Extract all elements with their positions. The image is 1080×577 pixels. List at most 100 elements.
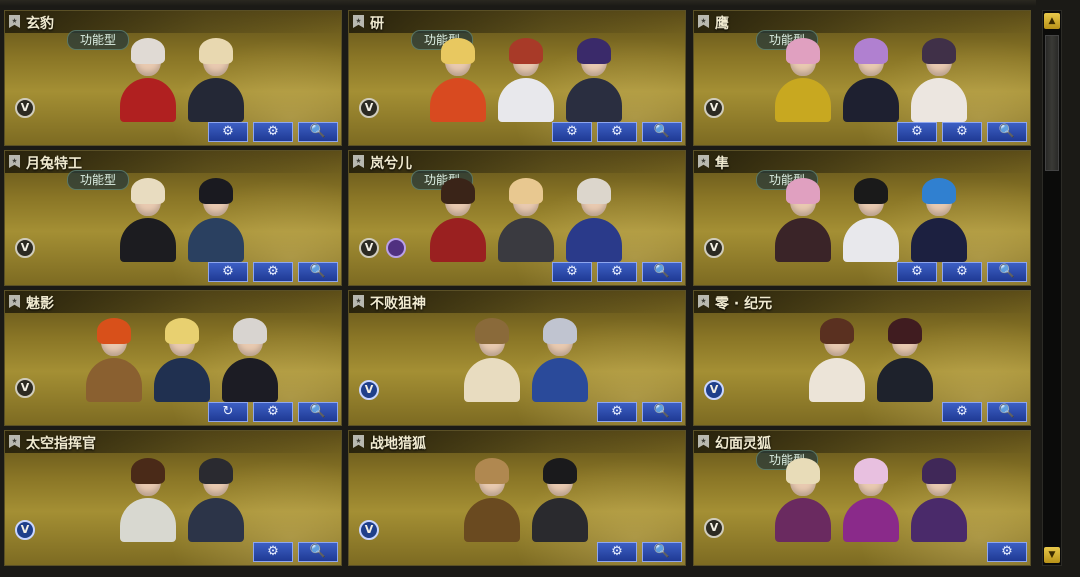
character-hair — [854, 38, 888, 64]
customize-button[interactable]: ⚙ — [987, 542, 1027, 562]
character-group — [426, 38, 626, 122]
scroll-up-arrow-icon[interactable]: ▲ — [1044, 13, 1060, 29]
inspect-button[interactable]: 🔍 — [298, 122, 338, 142]
character-outfit — [877, 358, 933, 402]
settings-button[interactable]: ⚙ — [597, 262, 637, 282]
character-portrait — [528, 318, 592, 402]
card-title-bar — [694, 151, 1030, 173]
character-outfit — [775, 498, 831, 542]
rotate-button[interactable]: ↻ — [208, 402, 248, 422]
skin-card[interactable]: 玄豹 功能型 V ⚙ ⚙ 🔍 — [4, 10, 342, 146]
v-rank-icon: V — [15, 98, 35, 118]
customize-button[interactable]: ⚙ — [552, 122, 592, 142]
inspect-button[interactable]: 🔍 — [298, 262, 338, 282]
character-outfit — [498, 218, 554, 262]
skin-card[interactable]: 战地猎狐 V ⚙ 🔍 — [348, 430, 686, 566]
scroll-down-arrow-icon[interactable]: ▼ — [1044, 547, 1060, 563]
skin-card[interactable]: 太空指挥官 V ⚙ 🔍 — [4, 430, 342, 566]
character-hair — [577, 38, 611, 64]
v-rank-icon: V — [359, 98, 379, 118]
settings-button[interactable]: ⚙ — [942, 262, 982, 282]
inspect-button[interactable]: 🔍 — [298, 402, 338, 422]
character-group — [460, 458, 592, 542]
character-hair — [820, 318, 854, 344]
settings-button[interactable]: ⚙ — [253, 402, 293, 422]
gear-icon: ⚙ — [956, 124, 968, 139]
shield-rank-icon — [386, 238, 406, 258]
inspect-button[interactable]: 🔍 — [987, 262, 1027, 282]
settings-button[interactable]: ⚙ — [597, 402, 637, 422]
character-hair — [199, 458, 233, 484]
gear-icon: ⚙ — [956, 404, 968, 419]
skin-card[interactable]: 隼功能型 V ⚙ ⚙ 🔍 — [693, 150, 1031, 286]
character-outfit — [843, 218, 899, 262]
character-outfit — [188, 78, 244, 122]
card-name: 玄豹 — [26, 16, 54, 32]
scrollbar[interactable]: ▲ ▼ — [1042, 10, 1062, 566]
gear-icon: ⚙ — [611, 404, 623, 419]
search-icon: 🔍 — [653, 404, 671, 419]
card-title-bar — [349, 11, 685, 33]
inspect-button[interactable]: 🔍 — [642, 122, 682, 142]
character-outfit — [843, 78, 899, 122]
character-hair — [131, 38, 165, 64]
settings-button[interactable]: ⚙ — [253, 122, 293, 142]
card-name: 不败狙神 — [370, 296, 426, 312]
settings-button[interactable]: ⚙ — [253, 262, 293, 282]
skin-card[interactable]: 魅影 V ↻ ⚙ 🔍 — [4, 290, 342, 426]
inspect-button[interactable]: 🔍 — [987, 122, 1027, 142]
character-portrait — [82, 318, 146, 402]
character-group — [116, 38, 248, 122]
customize-button[interactable]: ⚙ — [897, 122, 937, 142]
search-icon: 🔍 — [998, 404, 1016, 419]
character-outfit — [188, 498, 244, 542]
v-rank-icon: V — [704, 98, 724, 118]
settings-button[interactable]: ⚙ — [942, 122, 982, 142]
character-group — [116, 458, 248, 542]
settings-button[interactable]: ⚙ — [942, 402, 982, 422]
skin-card[interactable]: 岚兮儿 功能型 V ⚙ ⚙ 🔍 — [348, 150, 686, 286]
character-outfit — [809, 358, 865, 402]
character-outfit — [775, 78, 831, 122]
skin-card[interactable]: 研功能型 V ⚙ ⚙ 🔍 — [348, 10, 686, 146]
character-hair — [131, 178, 165, 204]
gear-wrench-icon: ⚙ — [911, 264, 923, 279]
customize-button[interactable]: ⚙ — [208, 262, 248, 282]
customize-button[interactable]: ⚙ — [552, 262, 592, 282]
settings-button[interactable]: ⚙ — [597, 122, 637, 142]
character-portrait — [839, 38, 903, 122]
gear-wrench-icon: ⚙ — [911, 124, 923, 139]
v-rank-icon: V — [359, 520, 379, 540]
skin-card[interactable]: 月兔特工 功能型 V ⚙ ⚙ 🔍 — [4, 150, 342, 286]
skin-card[interactable]: 幻面灵狐 功能型 V ⚙ — [693, 430, 1031, 566]
inspect-button[interactable]: 🔍 — [642, 402, 682, 422]
settings-button[interactable]: ⚙ — [253, 542, 293, 562]
inspect-button[interactable]: 🔍 — [642, 262, 682, 282]
gear-icon: ⚙ — [611, 264, 623, 279]
character-hair — [922, 38, 956, 64]
character-portrait — [562, 178, 626, 262]
customize-button[interactable]: ⚙ — [208, 122, 248, 142]
card-name: 隼 — [715, 156, 729, 172]
character-hair — [854, 178, 888, 204]
inspect-button[interactable]: 🔍 — [642, 542, 682, 562]
scrollbar-thumb[interactable] — [1045, 35, 1059, 171]
skin-card[interactable]: 鹰功能型 V ⚙ ⚙ 🔍 — [693, 10, 1031, 146]
character-hair — [165, 318, 199, 344]
skin-card[interactable]: 零 · 纪元 V ⚙ 🔍 — [693, 290, 1031, 426]
v-rank-icon: V — [15, 378, 35, 398]
card-name: 战地猎狐 — [370, 436, 426, 452]
customize-button[interactable]: ⚙ — [897, 262, 937, 282]
character-portrait — [150, 318, 214, 402]
rotate-icon: ↻ — [222, 404, 234, 419]
character-group — [82, 318, 282, 402]
inspect-button[interactable]: 🔍 — [987, 402, 1027, 422]
character-hair — [475, 458, 509, 484]
search-icon: 🔍 — [309, 124, 327, 139]
inspect-button[interactable]: 🔍 — [298, 542, 338, 562]
v-rank-icon: V — [704, 380, 724, 400]
skin-card[interactable]: 不败狙神 V ⚙ 🔍 — [348, 290, 686, 426]
character-group — [426, 178, 626, 262]
settings-button[interactable]: ⚙ — [597, 542, 637, 562]
character-outfit — [464, 498, 520, 542]
